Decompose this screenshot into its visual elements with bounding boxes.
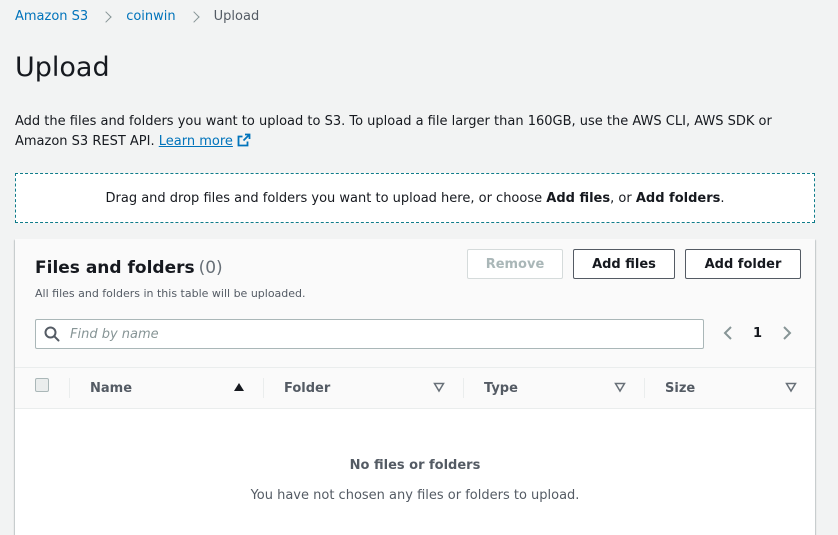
upload-dropzone[interactable]: Drag and drop files and folders you want… xyxy=(15,173,815,223)
column-divider xyxy=(463,378,464,398)
add-folder-button[interactable]: Add folder xyxy=(685,249,801,279)
page-title: Upload xyxy=(15,52,110,83)
pagination: 1 xyxy=(723,325,792,341)
column-folder-label: Folder xyxy=(284,380,331,396)
empty-state-text: You have not chosen any files or folders… xyxy=(250,488,580,503)
table-header: Name Folder Type Size xyxy=(15,367,815,409)
current-page-number[interactable]: 1 xyxy=(753,326,762,341)
chevron-left-icon[interactable] xyxy=(723,325,733,341)
column-header-name[interactable]: Name xyxy=(90,368,132,408)
sort-descending-icon[interactable] xyxy=(433,381,445,393)
description-text: Add the files and folders you want to up… xyxy=(15,114,772,149)
breadcrumb-amazon-s3[interactable]: Amazon S3 xyxy=(15,9,88,24)
files-and-folders-panel: Files and folders (0) All files and folde… xyxy=(15,239,815,535)
column-divider xyxy=(263,378,264,398)
chevron-right-icon[interactable] xyxy=(782,325,792,341)
add-files-button[interactable]: Add files xyxy=(573,249,675,279)
chevron-right-icon xyxy=(187,10,200,23)
breadcrumb-bucket[interactable]: coinwin xyxy=(126,9,175,24)
column-size-label: Size xyxy=(665,380,696,396)
chevron-right-icon xyxy=(100,10,112,23)
breadcrumb-current: Upload xyxy=(213,9,260,24)
dropzone-text-suffix: . xyxy=(720,190,725,206)
sort-descending-icon[interactable] xyxy=(785,381,797,393)
column-name-label: Name xyxy=(90,380,133,396)
search-field[interactable] xyxy=(35,319,704,349)
search-input[interactable] xyxy=(68,325,672,343)
learn-more-link[interactable]: Learn more xyxy=(159,134,233,149)
select-all-checkbox[interactable] xyxy=(35,378,49,392)
panel-subtitle: All files and folders in this table will… xyxy=(35,287,306,300)
panel-header: Files and folders (0) All files and folde… xyxy=(15,239,815,367)
external-link-icon[interactable] xyxy=(237,133,251,154)
dropzone-add-files: Add files xyxy=(546,190,611,206)
breadcrumb: Amazon S3 coinwin Upload xyxy=(15,9,259,24)
panel-count: (0) xyxy=(198,258,223,278)
empty-state-title: No files or folders xyxy=(349,458,481,473)
column-header-size[interactable]: Size xyxy=(665,368,695,408)
dropzone-add-folders: Add folders xyxy=(635,190,721,206)
panel-title-text: Files and folders xyxy=(35,258,195,278)
upload-page: Amazon S3 coinwin Upload Upload Add the … xyxy=(0,0,838,535)
panel-title: Files and folders (0) xyxy=(35,258,223,278)
column-header-type[interactable]: Type xyxy=(484,368,518,408)
dropzone-text: Drag and drop files and folders you want… xyxy=(106,191,725,206)
column-divider xyxy=(69,378,70,398)
remove-button[interactable]: Remove xyxy=(467,249,563,279)
sort-ascending-icon[interactable] xyxy=(233,381,245,393)
search-icon xyxy=(44,326,60,342)
sort-descending-icon[interactable] xyxy=(614,381,626,393)
column-type-label: Type xyxy=(484,380,518,396)
dropzone-text-prefix: Drag and drop files and folders you want… xyxy=(105,190,543,206)
column-header-folder[interactable]: Folder xyxy=(284,368,330,408)
column-divider xyxy=(644,378,645,398)
page-description: Add the files and folders you want to up… xyxy=(15,112,823,154)
dropzone-text-middle: , or xyxy=(610,190,632,206)
